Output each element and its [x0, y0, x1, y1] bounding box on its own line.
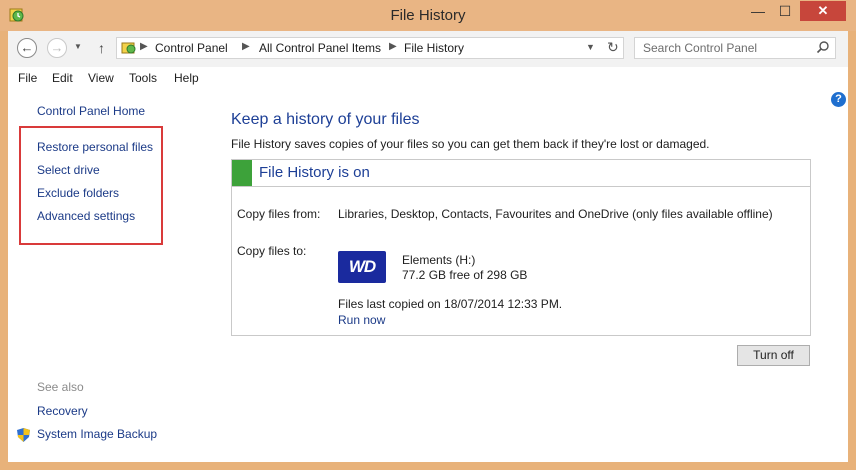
control-panel-home-link[interactable]: Control Panel Home [37, 104, 145, 118]
see-also-label: See also [37, 380, 84, 394]
search-icon[interactable] [816, 40, 830, 54]
status-indicator [232, 160, 252, 186]
turn-off-button[interactable]: Turn off [737, 345, 810, 366]
back-arrow-icon[interactable]: ← [17, 38, 37, 58]
breadcrumb-control-panel[interactable]: Control Panel [155, 41, 228, 55]
wd-drive-icon: WD [338, 251, 386, 283]
drive-name: Elements (H:) [402, 253, 476, 267]
system-image-backup-link[interactable]: System Image Backup [37, 427, 157, 441]
menu-view[interactable]: View [88, 71, 114, 85]
copy-to-label: Copy files to: [237, 244, 307, 258]
file-history-window: File History — ☐ ✕ ← → ▼ ↑ ▶ Control Pan… [0, 0, 856, 470]
refresh-icon[interactable]: ↻ [607, 39, 619, 56]
menu-tools[interactable]: Tools [129, 71, 157, 85]
menu-file[interactable]: File [18, 71, 37, 85]
window-title: File History [390, 7, 466, 24]
navigation-bar: ← → ▼ ↑ ▶ Control Panel ▶ All Control Pa… [8, 31, 848, 67]
address-bar[interactable]: ▶ Control Panel ▶ All Control Panel Item… [116, 37, 624, 59]
wd-logo-text: WD [348, 257, 376, 276]
shield-icon [17, 428, 30, 442]
maximize-button[interactable]: ☐ [772, 1, 798, 21]
minimize-button[interactable]: — [745, 1, 771, 21]
breadcrumb-all-items[interactable]: All Control Panel Items [259, 41, 381, 55]
forward-arrow-icon[interactable]: → [47, 38, 67, 58]
restore-personal-files-link[interactable]: Restore personal files [37, 140, 153, 154]
control-panel-icon [121, 42, 136, 54]
up-arrow-icon[interactable]: ↑ [98, 40, 105, 56]
page-description: File History saves copies of your files … [231, 137, 710, 151]
search-placeholder: Search Control Panel [643, 41, 758, 55]
recovery-link[interactable]: Recovery [37, 404, 88, 418]
status-text: File History is on [259, 164, 370, 181]
last-copied-text: Files last copied on 18/07/2014 12:33 PM… [338, 297, 563, 311]
run-now-link[interactable]: Run now [338, 313, 385, 327]
dropdown-icon[interactable]: ▼ [74, 42, 82, 51]
menu-edit[interactable]: Edit [52, 71, 73, 85]
client-area: ← → ▼ ↑ ▶ Control Panel ▶ All Control Pa… [8, 31, 848, 462]
search-input[interactable]: Search Control Panel [634, 37, 836, 59]
select-drive-link[interactable]: Select drive [37, 163, 100, 177]
exclude-folders-link[interactable]: Exclude folders [37, 186, 119, 200]
menu-help[interactable]: Help [174, 71, 199, 85]
copy-from-label: Copy files from: [237, 207, 321, 221]
help-icon[interactable]: ? [831, 92, 846, 107]
left-navigation-pane: Control Panel Home Restore personal file… [8, 89, 208, 462]
breadcrumb-separator[interactable]: ▶ [140, 41, 148, 52]
status-panel: File History is on Copy files from: Libr… [231, 159, 811, 336]
breadcrumb-separator[interactable]: ▶ [389, 41, 397, 52]
status-header: File History is on [232, 160, 810, 187]
title-bar[interactable]: File History — ☐ ✕ [0, 0, 856, 31]
breadcrumb-file-history[interactable]: File History [404, 41, 464, 55]
address-dropdown-icon[interactable]: ▼ [586, 42, 595, 52]
menu-bar: File Edit View Tools Help [8, 67, 848, 89]
page-title: Keep a history of your files [231, 111, 420, 128]
close-button[interactable]: ✕ [800, 1, 846, 21]
copy-from-value: Libraries, Desktop, Contacts, Favourites… [338, 207, 773, 221]
drive-free-space: 77.2 GB free of 298 GB [402, 268, 528, 282]
breadcrumb-separator[interactable]: ▶ [242, 41, 250, 52]
advanced-settings-link[interactable]: Advanced settings [37, 209, 135, 223]
